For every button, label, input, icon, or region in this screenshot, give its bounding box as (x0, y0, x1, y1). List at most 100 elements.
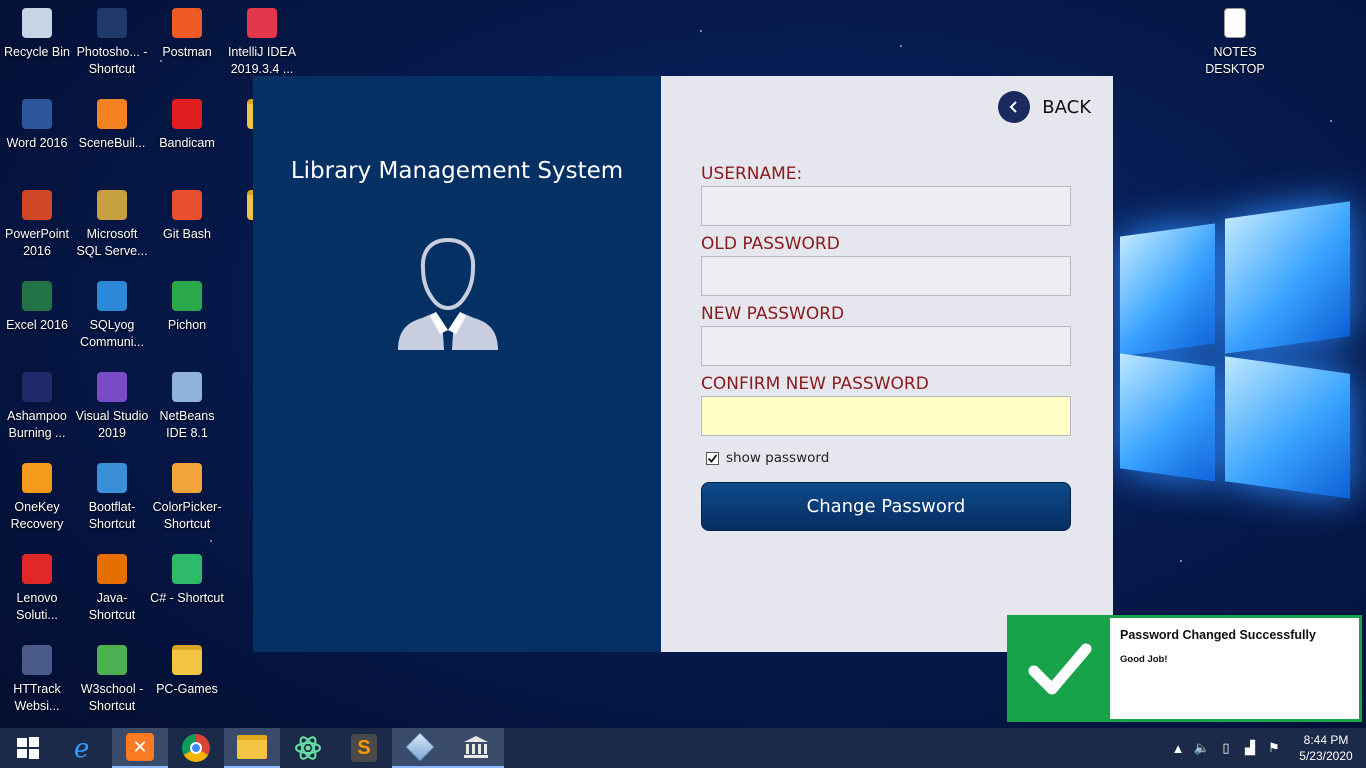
desktop-icon-label: Bootflat- Shortcut (88, 500, 136, 531)
username-input[interactable] (701, 186, 1071, 226)
desktop-icon[interactable]: ColorPicker- Shortcut (148, 463, 226, 533)
desktop-icon[interactable]: Visual Studio 2019 (73, 372, 151, 442)
desktop-icon-label: HTTrack Websi... (13, 682, 61, 713)
desktop-icon[interactable]: Word 2016 (0, 99, 76, 152)
desktop-icon[interactable]: PC-Games (148, 645, 226, 698)
colorpicker-icon (172, 463, 202, 493)
powerpoint-icon (22, 190, 52, 220)
clock-time: 8:44 PM (1303, 733, 1349, 747)
library-app-icon[interactable] (448, 728, 504, 768)
back-label: BACK (1042, 96, 1091, 118)
success-notification[interactable]: Password Changed Successfully Good Job! (1007, 615, 1362, 722)
notification-title: Password Changed Successfully (1120, 628, 1316, 642)
desktop-icon[interactable]: Bandicam (148, 99, 226, 152)
notification-body: Password Changed Successfully Good Job! (1110, 618, 1359, 719)
library-app-window: Library Management System BACK USERNAME:… (253, 76, 1113, 652)
start-icon[interactable] (0, 728, 56, 768)
desktop-icon[interactable]: Photosho... - Shortcut (73, 8, 151, 78)
desktop-icon[interactable]: Recycle Bin (0, 8, 76, 61)
change-password-form: USERNAME: OLD PASSWORD NEW PASSWORD CONF… (701, 162, 1071, 531)
desktop-icon-label: PowerPoint 2016 (5, 227, 69, 258)
desktop-icon-label: Lenovo Soluti... (16, 591, 58, 622)
desktop-icon-label: Microsoft SQL Serve... (76, 227, 148, 258)
notification-message: Good Job! (1120, 654, 1168, 665)
change-password-button[interactable]: Change Password (701, 482, 1071, 531)
atom-icon[interactable] (280, 728, 336, 768)
clock-date: 5/23/2020 (1299, 749, 1353, 763)
desktop-icon[interactable]: PowerPoint 2016 (0, 190, 76, 260)
desktop-icon[interactable]: Git Bash (148, 190, 226, 243)
username-label: USERNAME: (701, 164, 803, 184)
desktop-icon-label: Excel 2016 (6, 318, 68, 332)
action-center-icon[interactable]: ⚑ (1262, 740, 1286, 756)
confirm-password-input[interactable] (701, 396, 1071, 436)
excel-icon (22, 281, 52, 311)
old-password-label: OLD PASSWORD (701, 234, 840, 254)
bootflat-icon (97, 463, 127, 493)
show-password-row: show password (701, 448, 1071, 468)
taskbar: e ✕ S ▲ 🔈 ▯ ▟ ⚑ 8:44 PM 5/23/2020 (0, 728, 1366, 768)
desktop-icon-label: Ashampoo Burning ... (7, 409, 67, 440)
chevron-up-icon[interactable]: ▲ (1166, 741, 1190, 756)
desktop-icon[interactable]: Microsoft SQL Serve... (73, 190, 151, 260)
old-password-input[interactable] (701, 256, 1071, 296)
recycle-bin-icon (22, 8, 52, 38)
desktop-icon[interactable]: Postman (148, 8, 226, 61)
desktop-icon[interactable]: SceneBuil... (73, 99, 151, 152)
desktop-icon[interactable]: Lenovo Soluti... (0, 554, 76, 624)
xampp-icon[interactable]: ✕ (112, 728, 168, 768)
new-password-input[interactable] (701, 326, 1071, 366)
text-file-icon (1224, 8, 1246, 38)
netbeans-icon[interactable] (392, 728, 448, 768)
postman-icon (172, 8, 202, 38)
desktop-icon-label: NetBeans IDE 8.1 (159, 409, 215, 440)
desktop-icon[interactable]: Ashampoo Burning ... (0, 372, 76, 442)
desktop-icon[interactable]: Bootflat- Shortcut (73, 463, 151, 533)
onekey-icon (22, 463, 52, 493)
show-password-checkbox[interactable] (706, 451, 719, 465)
left-panel: Library Management System (253, 76, 661, 652)
desktop-icon-label: Bandicam (159, 136, 215, 150)
user-avatar-icon (398, 238, 498, 350)
desktop-icon[interactable]: SQLyog Communi... (73, 281, 151, 351)
back-button[interactable]: BACK (998, 91, 1091, 123)
desktop-icon-label: ColorPicker- Shortcut (152, 500, 222, 531)
visual-studio-icon (97, 372, 127, 402)
sublime-text-icon[interactable]: S (336, 728, 392, 768)
clock[interactable]: 8:44 PM 5/23/2020 (1286, 732, 1366, 764)
desktop-icon[interactable]: W3school - Shortcut (73, 645, 151, 715)
confirm-password-label: CONFIRM NEW PASSWORD (701, 374, 929, 394)
desktop-icon-label: SceneBuil... (78, 136, 146, 150)
svg-text:e: e (74, 734, 89, 762)
desktop-icon-label: Git Bash (163, 227, 211, 241)
desktop-icon[interactable]: Excel 2016 (0, 281, 76, 334)
desktop-icon[interactable]: C# - Shortcut (148, 554, 226, 607)
desktop-icon-label: Visual Studio 2019 (75, 409, 149, 440)
desktop-icon[interactable]: Pichon (148, 281, 226, 334)
folder-icon (172, 645, 202, 675)
internet-explorer-icon[interactable]: e (56, 728, 112, 768)
network-icon[interactable]: ▟ (1238, 740, 1262, 756)
java-icon (97, 554, 127, 584)
checkmark-icon (1010, 618, 1110, 719)
desktop-icon[interactable]: IntelliJ IDEA 2019.3.4 ... (223, 8, 301, 78)
show-password-label: show password (726, 450, 830, 466)
desktop-icon[interactable]: HTTrack Websi... (0, 645, 76, 715)
battery-icon[interactable]: ▯ (1214, 740, 1238, 756)
volume-icon[interactable]: 🔈 (1190, 740, 1214, 756)
desktop-icon-label: Recycle Bin (4, 45, 70, 59)
chrome-icon[interactable] (168, 728, 224, 768)
desktop-icon-label: Word 2016 (6, 136, 68, 150)
desktop-icon-label: Java- Shortcut (88, 591, 136, 622)
desktop-icon[interactable]: NetBeans IDE 8.1 (148, 372, 226, 442)
checkmark-icon (707, 453, 718, 463)
desktop-icon-label: Pichon (167, 318, 207, 332)
desktop-icon-label: NOTES DESKTOP (1205, 45, 1265, 76)
photoshop-icon (97, 8, 127, 38)
desktop-icon[interactable]: Java- Shortcut (73, 554, 151, 624)
desktop-icon[interactable]: OneKey Recovery (0, 463, 76, 533)
word-icon (22, 99, 52, 129)
file-explorer-icon[interactable] (224, 728, 280, 768)
pichon-icon (172, 281, 202, 311)
desktop-icon[interactable]: NOTES DESKTOP (1196, 8, 1274, 78)
